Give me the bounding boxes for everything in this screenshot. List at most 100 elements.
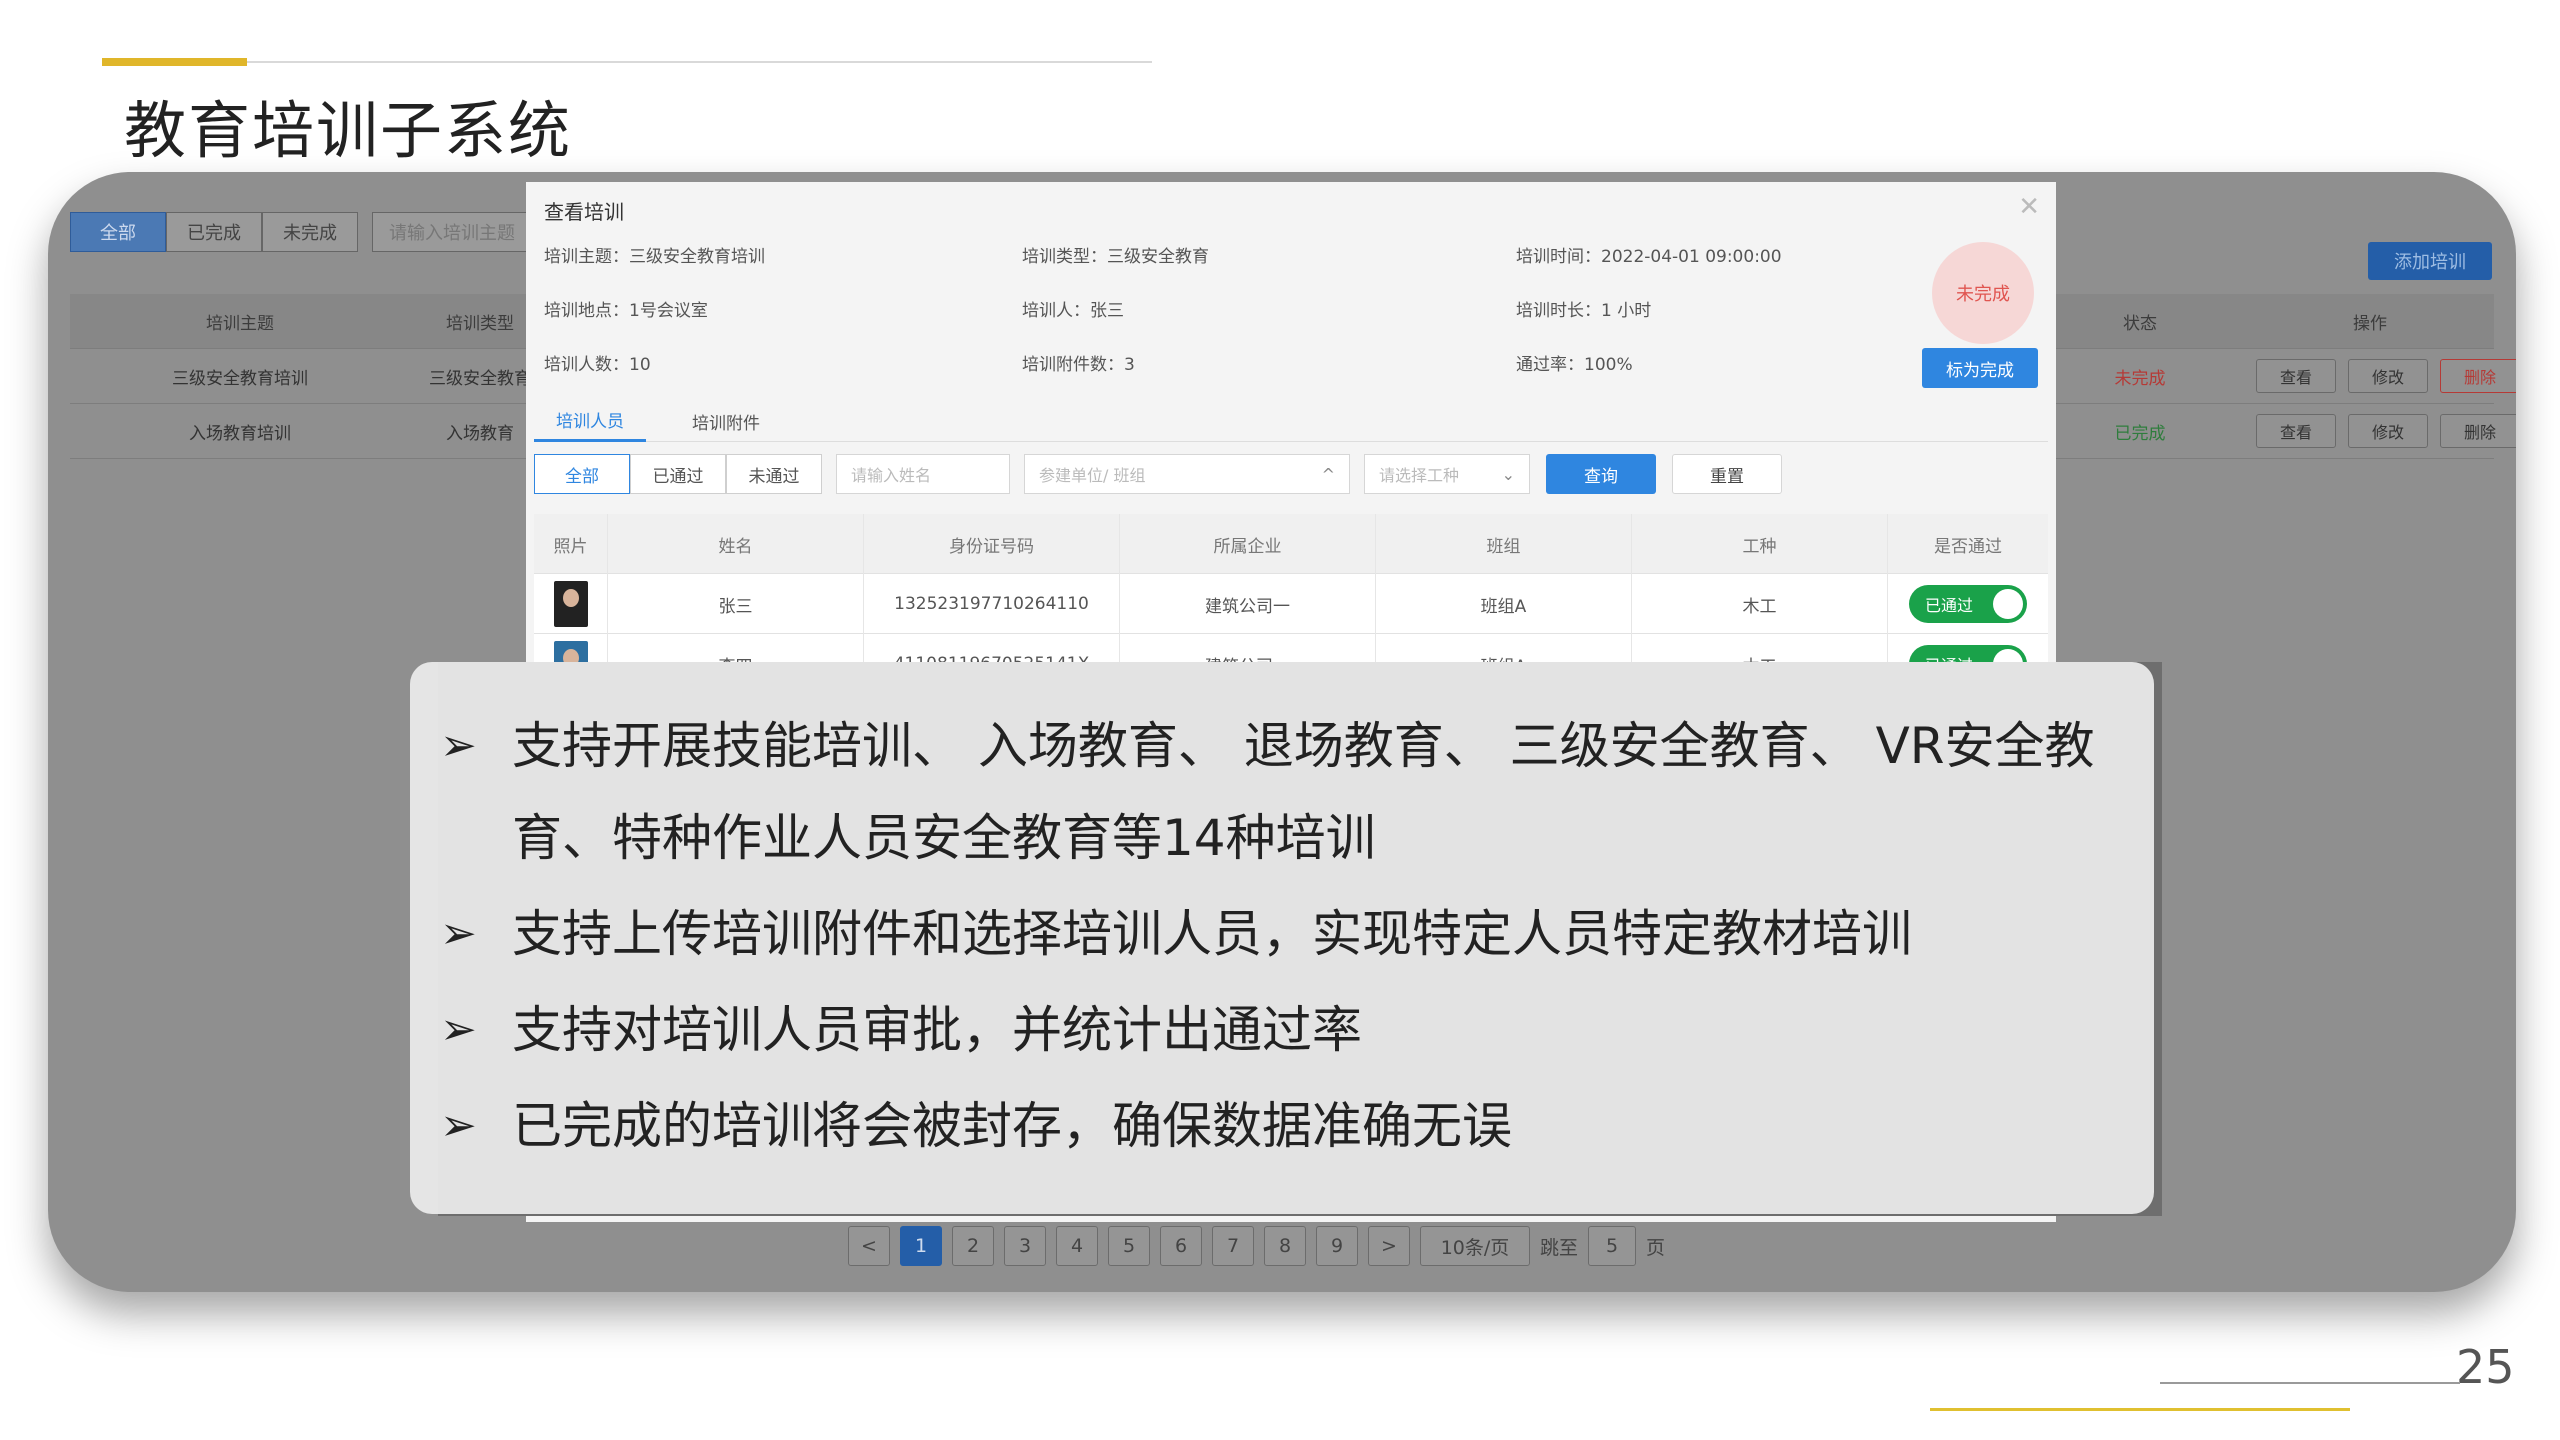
row-status: 已完成 (2114, 423, 2166, 444)
info-trainer: 培训人：张三 (1022, 296, 1124, 321)
delete-button[interactable]: 删除 (2440, 359, 2516, 393)
bullet-item: ➢ 支持上传培训附件和选择培训人员，实现特定人员特定教材培训 (440, 888, 2128, 980)
header-company: 所属企业 (1120, 514, 1376, 574)
info-type: 培训类型：三级安全教育 (1022, 242, 1209, 267)
page-button-4[interactable]: 4 (1056, 1226, 1098, 1266)
bottom-accent-line (1930, 1408, 2350, 1411)
info-value: 1 小时 (1601, 301, 1652, 321)
worktype-select[interactable]: 请选择工种 ⌄ (1364, 454, 1530, 494)
header-team: 班组 (1376, 514, 1632, 574)
info-value: 三级安全教育 (1107, 247, 1209, 267)
slide: 教育培训子系统 全部 已完成 未完成 请输入培训主题 添加培训 培训主题 培训类… (0, 0, 2560, 1440)
view-button[interactable]: 查看 (2256, 414, 2336, 448)
tab-attachments[interactable]: 培训附件 (670, 400, 782, 442)
info-value: 3 (1124, 355, 1135, 375)
header-worktype: 工种 (1632, 514, 1888, 574)
chevron-down-icon: ⌄ (1501, 464, 1515, 484)
bottom-divider (2160, 1382, 2460, 1384)
modal-title: 查看培训 (544, 200, 624, 224)
page-number: 25 (2456, 1340, 2515, 1394)
info-value: 1号会议室 (629, 301, 708, 321)
info-pass-rate: 通过率：100% (1516, 350, 1633, 375)
header-actions: 操作 (2353, 313, 2387, 334)
info-label: 培训地点： (544, 301, 629, 321)
header-passed: 是否通过 (1934, 536, 2002, 557)
tab-trainees[interactable]: 培训人员 (534, 400, 646, 442)
info-location: 培训地点：1号会议室 (544, 296, 708, 321)
info-value: 10 (629, 355, 651, 375)
filter-all[interactable]: 全部 (70, 212, 166, 252)
mark-complete-button[interactable]: 标为完成 (1922, 348, 2038, 388)
arrow-bullet-icon: ➢ (440, 720, 477, 771)
arrow-bullet-icon: ➢ (440, 1100, 477, 1151)
filter-completed[interactable]: 已完成 (166, 212, 262, 252)
next-page-button[interactable]: > (1368, 1226, 1410, 1266)
page-button-9[interactable]: 9 (1316, 1226, 1358, 1266)
header-status: 状态 (2123, 313, 2157, 334)
topic-search-input[interactable]: 请输入培训主题 (372, 212, 532, 252)
info-time: 培训时间：2022-04-01 09:00:00 (1516, 242, 1782, 267)
page-button-5[interactable]: 5 (1108, 1226, 1150, 1266)
trainee-table-header: 照片 姓名 身份证号码 所属企业 班组 工种 是否通过 (534, 514, 2048, 574)
page-button-6[interactable]: 6 (1160, 1226, 1202, 1266)
add-training-button[interactable]: 添加培训 (2368, 242, 2492, 280)
info-label: 培训时间： (1516, 247, 1601, 267)
info-value: 2022-04-01 09:00:00 (1601, 247, 1782, 267)
view-button[interactable]: 查看 (2256, 359, 2336, 393)
unit-select[interactable]: 参建单位/ 班组 ^ (1024, 454, 1350, 494)
team-cell: 班组A (1376, 574, 1632, 634)
status-stamp: 未完成 (1932, 242, 2034, 344)
trainee-filter-passed[interactable]: 已通过 (630, 454, 726, 494)
edit-button[interactable]: 修改 (2348, 414, 2428, 448)
close-icon[interactable]: ✕ (2018, 192, 2040, 222)
page-button-7[interactable]: 7 (1212, 1226, 1254, 1266)
info-label: 培训主题： (544, 247, 629, 267)
company-cell: 建筑公司一 (1120, 574, 1376, 634)
filter-incomplete[interactable]: 未完成 (262, 212, 358, 252)
prev-page-button[interactable]: < (848, 1226, 890, 1266)
passed-cell: 已通过 (1888, 574, 2048, 634)
row-topic: 三级安全教育培训 (172, 368, 308, 389)
chevron-up-icon: ^ (1321, 464, 1335, 484)
bullet-text: 支持开展技能培训、 入场教育、 退场教育、 三级安全教育、 VR安全教育、特种作… (512, 717, 2095, 867)
pagination: < 1 2 3 4 5 6 7 8 9 > 10条/页 跳至 5 页 (848, 1226, 1665, 1266)
info-attachments: 培训附件数：3 (1022, 350, 1135, 375)
jump-page-input[interactable]: 5 (1588, 1226, 1637, 1266)
table-row: 张三 132523197710264110 建筑公司一 班组A 木工 已通过 (534, 574, 2048, 634)
passed-toggle[interactable]: 已通过 (1909, 585, 2027, 623)
trainee-filter-failed[interactable]: 未通过 (726, 454, 822, 494)
bullet-text: 支持对培训人员审批，并统计出通过率 (512, 1001, 1362, 1059)
page-button-1[interactable]: 1 (900, 1226, 942, 1266)
arrow-bullet-icon: ➢ (440, 1004, 477, 1055)
info-label: 培训附件数： (1022, 355, 1124, 375)
page-suffix: 页 (1646, 1236, 1666, 1259)
info-label: 培训时长： (1516, 301, 1601, 321)
query-button[interactable]: 查询 (1546, 454, 1656, 494)
worktype-select-placeholder: 请选择工种 (1379, 466, 1460, 485)
info-label: 通过率： (1516, 355, 1584, 375)
page-size-select[interactable]: 10条/页 (1420, 1226, 1530, 1266)
feature-callout: ➢ 支持开展技能培训、 入场教育、 退场教育、 三级安全教育、 VR安全教育、特… (410, 662, 2154, 1214)
bullet-item: ➢ 支持开展技能培训、 入场教育、 退场教育、 三级安全教育、 VR安全教育、特… (440, 700, 2128, 884)
edit-button[interactable]: 修改 (2348, 359, 2428, 393)
header-id: 身份证号码 (864, 514, 1120, 574)
name-search-input[interactable]: 请输入姓名 (836, 454, 1010, 494)
page-button-8[interactable]: 8 (1264, 1226, 1306, 1266)
reset-button[interactable]: 重置 (1672, 454, 1782, 494)
trainee-filter-all[interactable]: 全部 (534, 454, 630, 494)
bullet-item: ➢ 已完成的培训将会被封存，确保数据准确无误 (440, 1080, 2128, 1172)
delete-button[interactable]: 删除 (2440, 414, 2516, 448)
slide-title: 教育培训子系统 (124, 94, 573, 167)
page-button-3[interactable]: 3 (1004, 1226, 1046, 1266)
info-count: 培训人数：10 (544, 350, 651, 375)
header-topic: 培训主题 (206, 313, 274, 334)
top-divider (102, 61, 1152, 63)
row-topic: 入场教育培训 (189, 423, 291, 444)
arrow-bullet-icon: ➢ (440, 908, 477, 959)
page-button-2[interactable]: 2 (952, 1226, 994, 1266)
info-label: 培训人数： (544, 355, 629, 375)
bullet-text: 已完成的培训将会被封存，确保数据准确无误 (512, 1097, 1512, 1155)
jump-label: 跳至 (1540, 1236, 1579, 1259)
photo-cell (534, 574, 608, 634)
bullet-item: ➢ 支持对培训人员审批，并统计出通过率 (440, 984, 2128, 1076)
